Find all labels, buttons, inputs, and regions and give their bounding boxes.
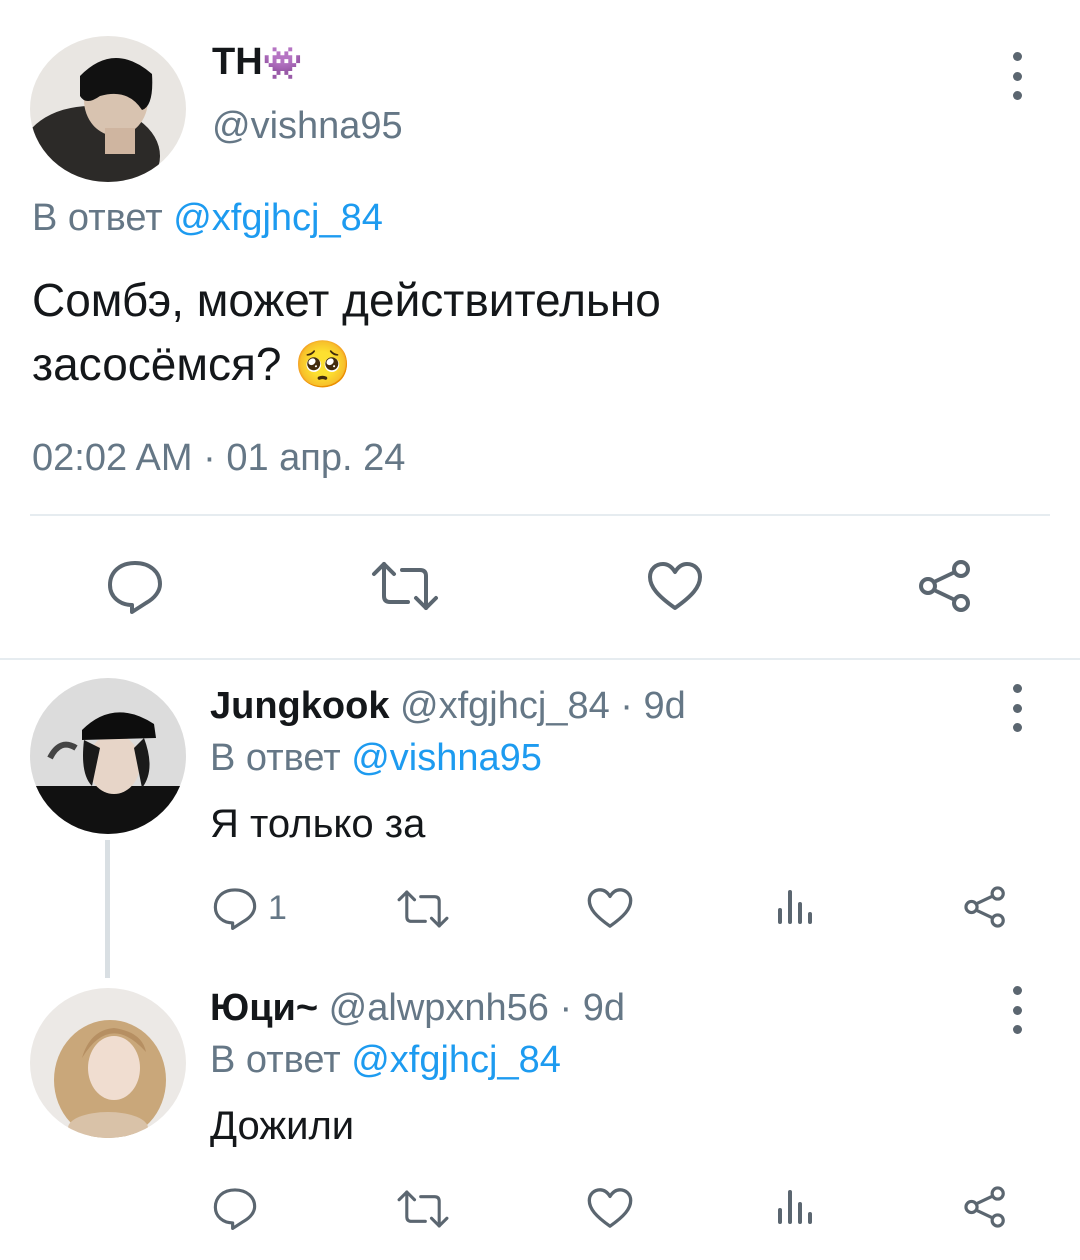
share-icon[interactable] bbox=[962, 884, 1008, 930]
more-icon[interactable] bbox=[1007, 52, 1027, 100]
retweet-icon[interactable] bbox=[370, 560, 440, 612]
reply-icon bbox=[212, 886, 258, 930]
retweet-icon[interactable] bbox=[396, 1188, 450, 1230]
avatar-reply-1[interactable] bbox=[30, 678, 186, 834]
reply-2-reply-to-link[interactable]: @xfgjhcj_84 bbox=[351, 1039, 561, 1081]
main-tweet-text: Сомбэ, может действительно засосёмся? 🥺 bbox=[32, 268, 1032, 396]
reply-2-context: В ответ @xfgjhcj_84 bbox=[210, 1038, 561, 1082]
views-icon[interactable] bbox=[776, 1186, 816, 1228]
reply-1-context: В ответ @vishna95 bbox=[210, 736, 542, 780]
reply-to-link[interactable]: @xfgjhcj_84 bbox=[173, 197, 383, 239]
reply-1-text: Я только за bbox=[210, 802, 426, 846]
main-display-name[interactable]: ТН👾 bbox=[212, 40, 303, 85]
reply-2-prefix: В ответ bbox=[210, 1039, 341, 1081]
reply-1-thread-line bbox=[105, 840, 110, 978]
main-reply-context: В ответ @xfgjhcj_84 bbox=[32, 196, 383, 240]
views-icon[interactable] bbox=[776, 886, 816, 928]
main-handle[interactable]: @vishna95 bbox=[212, 104, 403, 148]
reply-2-more-icon[interactable] bbox=[1007, 986, 1027, 1034]
reply-2-handle[interactable]: @alwpxnh56 bbox=[329, 987, 549, 1029]
alien-emoji-icon: 👾 bbox=[262, 45, 303, 81]
main-timestamp[interactable]: 02:02 AM · 01 апр. 24 bbox=[32, 436, 405, 480]
reply-2-reply-button[interactable] bbox=[212, 1186, 268, 1230]
tweet-text-line-2: засосёмся? 🥺 bbox=[32, 332, 1032, 396]
reply-1-prefix: В ответ bbox=[210, 737, 341, 779]
display-name-text: ТН bbox=[212, 41, 263, 83]
avatar-main[interactable] bbox=[30, 36, 186, 182]
reply-1-header: Jungkook @xfgjhcj_84 · 9d bbox=[210, 684, 686, 728]
reply-1-display-name[interactable]: Jungkook bbox=[210, 685, 389, 727]
reply-1-age[interactable]: · 9d bbox=[620, 685, 685, 727]
pleading-face-emoji-icon: 🥺 bbox=[294, 338, 352, 390]
share-icon[interactable] bbox=[962, 1184, 1008, 1230]
tweet-text-line-1: Сомбэ, может действительно bbox=[32, 274, 661, 326]
reply-prefix: В ответ bbox=[32, 197, 163, 239]
reply-2-display-name[interactable]: Юци~ bbox=[210, 987, 318, 1029]
reply-1-reply-count: 1 bbox=[268, 888, 287, 927]
like-icon[interactable] bbox=[646, 560, 704, 612]
like-icon[interactable] bbox=[586, 886, 634, 930]
divider-main-actions bbox=[30, 514, 1050, 516]
divider-thread bbox=[0, 658, 1080, 660]
reply-1-reply-button[interactable]: 1 bbox=[212, 886, 287, 930]
reply-icon[interactable] bbox=[106, 558, 164, 614]
tweet-text-line-2-text: засосёмся? bbox=[32, 338, 282, 390]
reply-2-header: Юци~ @alwpxnh56 · 9d bbox=[210, 986, 625, 1030]
reply-1-reply-to-link[interactable]: @vishna95 bbox=[351, 737, 542, 779]
retweet-icon[interactable] bbox=[396, 888, 450, 930]
reply-2-text: Дожили bbox=[210, 1104, 355, 1148]
share-icon[interactable] bbox=[916, 558, 974, 614]
like-icon[interactable] bbox=[586, 1186, 634, 1230]
reply-1-handle[interactable]: @xfgjhcj_84 bbox=[400, 685, 610, 727]
avatar-reply-2[interactable] bbox=[30, 988, 186, 1138]
reply-2-age[interactable]: · 9d bbox=[560, 987, 625, 1029]
reply-icon bbox=[212, 1186, 258, 1230]
reply-1-more-icon[interactable] bbox=[1007, 684, 1027, 732]
